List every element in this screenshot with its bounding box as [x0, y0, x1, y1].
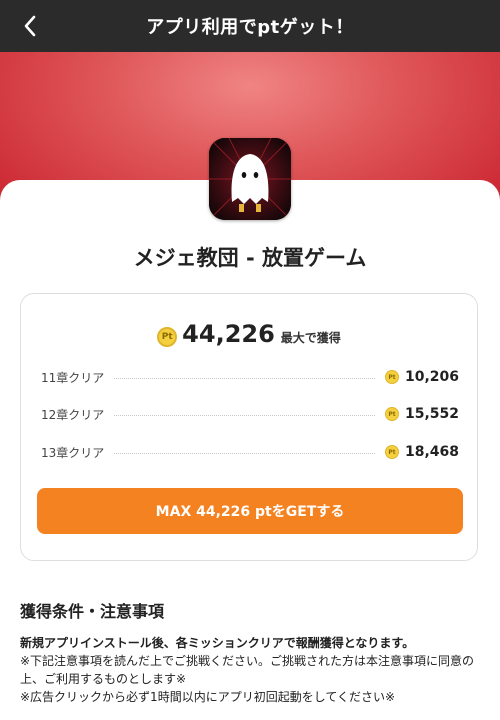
total-points: 44,226 — [182, 320, 275, 348]
total-suffix: 最大で獲得 — [280, 331, 341, 345]
pt-coin-icon: Pt — [384, 407, 399, 421]
dotted-leader — [114, 414, 375, 416]
get-points-button[interactable]: MAX 44,226 ptをGETする — [37, 488, 463, 534]
mission-row: 12章クリア Pt 15,552 — [41, 404, 459, 424]
app-name: メジェ教団 - 放置ゲーム — [133, 246, 367, 270]
mission-row: 11章クリア Pt 10,206 — [41, 367, 459, 387]
mission-label: 13章クリア — [41, 445, 105, 460]
chevron-left-icon — [24, 15, 36, 37]
reward-card: Pt 44,226 最大で獲得 11章クリア Pt 10,206 12章クリア … — [20, 293, 478, 561]
mission-points: 10,206 — [404, 369, 459, 385]
conditions-title: 獲得条件・注意事項 — [20, 602, 165, 621]
back-button[interactable] — [16, 12, 44, 40]
total-reward: Pt 44,226 最大で獲得 — [21, 320, 477, 350]
mission-row: 13章クリア Pt 18,468 — [41, 442, 459, 462]
app-icon — [209, 138, 291, 220]
ghost-icon — [209, 138, 291, 220]
conditions-text: 新規アプリインストール後、各ミッションクリアで報酬獲得となります。 ※下記注意事… — [20, 634, 482, 706]
condition-line: ※広告クリックから必ず1時間以内にアプリ初回起動をしてください※ — [20, 690, 396, 704]
condition-line: 新規アプリインストール後、各ミッションクリアで報酬獲得となります。 — [20, 636, 415, 650]
pt-coin-icon: Pt — [157, 327, 178, 347]
pt-coin-icon: Pt — [384, 370, 399, 384]
app-header: アプリ利用でptゲット！ — [0, 0, 500, 52]
dotted-leader — [114, 452, 375, 454]
page-title: アプリ利用でptゲット！ — [146, 17, 354, 38]
pt-coin-icon: Pt — [384, 445, 399, 459]
mission-points: 18,468 — [404, 444, 459, 460]
condition-line: ※下記注意事項を読んだ上でご挑戦ください。ご挑戦された方は本注意事項に同意の上、… — [20, 654, 475, 686]
mission-points: 15,552 — [404, 406, 459, 422]
dotted-leader — [114, 377, 375, 379]
mission-label: 11章クリア — [41, 370, 105, 385]
mission-label: 12章クリア — [41, 407, 105, 422]
